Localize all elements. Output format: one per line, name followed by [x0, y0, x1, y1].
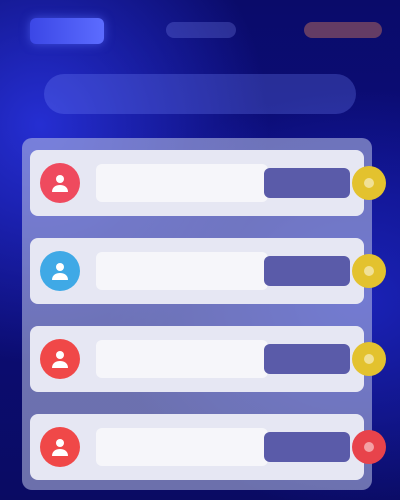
item-action-button[interactable]	[264, 344, 350, 374]
badge-icon[interactable]	[352, 430, 386, 464]
top-navigation-bar	[0, 0, 400, 62]
badge-icon[interactable]	[352, 342, 386, 376]
hero-banner	[44, 74, 356, 114]
badge-icon[interactable]	[352, 166, 386, 200]
nav-link-2[interactable]	[304, 22, 382, 38]
item-info	[96, 428, 268, 466]
list-item[interactable]	[30, 238, 386, 304]
item-info	[96, 164, 268, 202]
item-action-button[interactable]	[264, 168, 350, 198]
item-action-button[interactable]	[264, 432, 350, 462]
user-icon	[40, 339, 80, 379]
user-icon	[40, 427, 80, 467]
nav-link-1[interactable]	[166, 22, 236, 38]
user-icon	[40, 163, 80, 203]
app-logo[interactable]	[30, 18, 104, 44]
list-item[interactable]	[30, 414, 386, 480]
list-item[interactable]	[30, 326, 386, 392]
item-action-button[interactable]	[264, 256, 350, 286]
item-info	[96, 340, 268, 378]
item-info	[96, 252, 268, 290]
badge-icon[interactable]	[352, 254, 386, 288]
user-icon	[40, 251, 80, 291]
list-item[interactable]	[30, 150, 386, 216]
